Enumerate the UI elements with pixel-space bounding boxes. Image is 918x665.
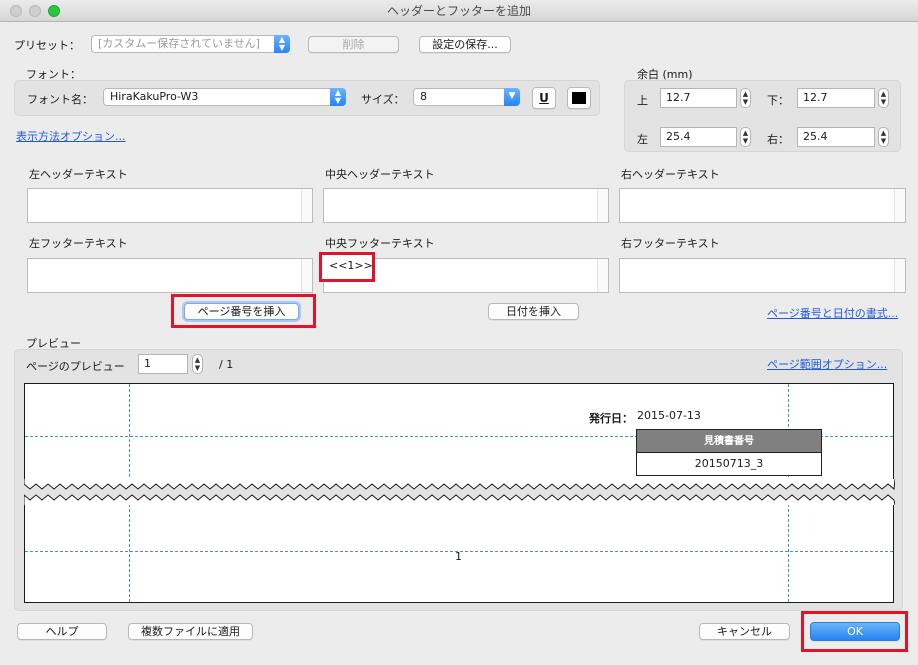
page-preview-input[interactable]: 1 xyxy=(138,354,188,374)
delete-button[interactable]: 削除 xyxy=(308,36,399,53)
font-size-label: サイズ： xyxy=(361,93,405,106)
margin-right-input[interactable]: 25.4 xyxy=(797,127,875,147)
window-title: ヘッダーとフッターを追加 xyxy=(386,4,531,18)
page-preview-label: ページのプレビュー xyxy=(26,360,125,373)
ok-button[interactable]: OK xyxy=(810,622,900,641)
page-break-edge xyxy=(24,479,895,505)
stepper-icon[interactable]: ▲ ▼ xyxy=(878,88,889,108)
right-footer-textarea[interactable] xyxy=(619,258,906,293)
save-settings-button[interactable]: 設定の保存... xyxy=(419,36,511,53)
font-size-select[interactable]: 8 ▼ xyxy=(413,88,520,106)
left-footer-textarea[interactable] xyxy=(27,258,313,293)
insert-date-button[interactable]: 日付を挿入 xyxy=(488,303,579,320)
issue-date-label: 発行日： xyxy=(589,412,633,425)
stepper-icon[interactable]: ▲ ▼ xyxy=(740,88,751,108)
footer-page-number: 1 xyxy=(455,550,462,563)
preset-value: [カスタムー保存されていません] xyxy=(98,37,260,50)
issue-date-value: 2015-07-13 xyxy=(637,409,701,422)
underline-button[interactable]: U xyxy=(532,87,556,109)
left-header-textarea[interactable] xyxy=(27,188,313,223)
insert-page-number-button[interactable]: ページ番号を挿入 xyxy=(184,303,299,320)
stepper-icon[interactable]: ▲ ▼ xyxy=(740,127,751,147)
scrollbar[interactable] xyxy=(597,189,608,222)
scrollbar[interactable] xyxy=(894,189,905,222)
margin-top-input[interactable]: 12.7 xyxy=(660,88,737,108)
stepper-icon[interactable]: ▲ ▼ xyxy=(878,127,889,147)
scrollbar[interactable] xyxy=(597,259,608,292)
page-break-gap xyxy=(24,479,895,505)
chevron-down-icon: ▼ xyxy=(504,88,520,106)
apply-multiple-files-button[interactable]: 複数ファイルに適用 xyxy=(128,623,253,640)
text-color-button[interactable] xyxy=(567,87,591,109)
scrollbar[interactable] xyxy=(301,259,312,292)
right-header-label: 右ヘッダーテキスト xyxy=(621,168,720,181)
font-name-select[interactable]: HiraKakuPro-W3 ▲ ▼ xyxy=(103,88,346,106)
left-header-label: 左ヘッダーテキスト xyxy=(29,168,128,181)
center-header-label: 中央ヘッダーテキスト xyxy=(325,168,435,181)
display-options-link[interactable]: 表示方法オプション... xyxy=(16,128,126,144)
left-footer-label: 左フッターテキスト xyxy=(29,237,128,250)
font-name-value: HiraKakuPro-W3 xyxy=(110,90,199,103)
page-total-label: / 1 xyxy=(219,358,234,371)
estimate-number-value: 20150713_3 xyxy=(636,453,822,476)
scrollbar[interactable] xyxy=(894,259,905,292)
estimate-number-header: 見積書番号 xyxy=(636,429,822,453)
margin-bottom-input[interactable]: 12.7 xyxy=(797,88,875,108)
margin-top-label: 上 xyxy=(637,94,648,107)
margin-bottom-label: 下： xyxy=(767,94,789,107)
color-swatch-icon xyxy=(572,92,586,104)
scrollbar[interactable] xyxy=(301,189,312,222)
page-number-date-format-link[interactable]: ページ番号と日付の書式... xyxy=(767,305,898,321)
page-range-options-link[interactable]: ページ範囲オプション... xyxy=(767,356,887,372)
preset-label: プリセット： xyxy=(14,39,80,52)
margin-left-input[interactable]: 25.4 xyxy=(660,127,737,147)
chevron-updown-icon: ▲ ▼ xyxy=(274,35,290,53)
center-footer-value[interactable]: <<1>> xyxy=(319,252,375,282)
center-header-textarea[interactable] xyxy=(323,188,609,223)
margin-right-label: 右： xyxy=(767,133,789,146)
chevron-updown-icon: ▲ ▼ xyxy=(330,88,346,106)
margin-left-label: 左 xyxy=(637,133,648,146)
right-footer-label: 右フッターテキスト xyxy=(621,237,720,250)
right-header-textarea[interactable] xyxy=(619,188,906,223)
help-button[interactable]: ヘルプ xyxy=(17,623,107,640)
stepper-icon[interactable]: ▲ ▼ xyxy=(192,354,203,374)
center-footer-label: 中央フッターテキスト xyxy=(325,237,435,250)
font-size-value: 8 xyxy=(420,90,427,103)
font-name-label: フォント名： xyxy=(27,93,93,106)
preset-select[interactable]: [カスタムー保存されていません] ▲ ▼ xyxy=(91,35,290,53)
cancel-button[interactable]: キャンセル xyxy=(699,623,790,640)
